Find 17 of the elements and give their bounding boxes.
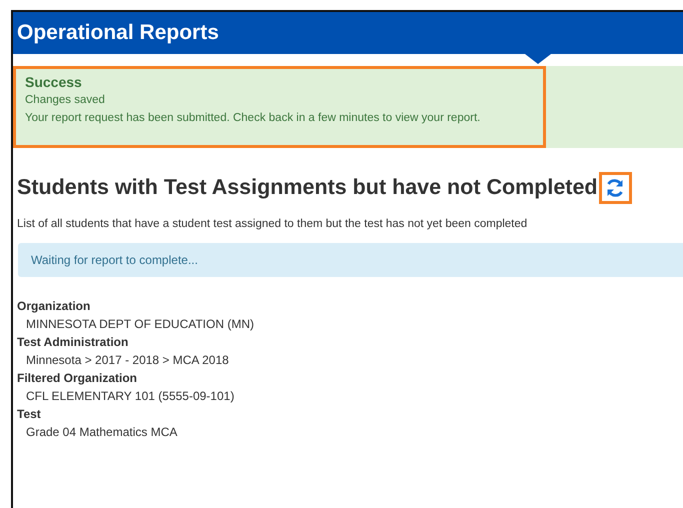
report-title: Students with Test Assignments but have not Completed bbox=[17, 175, 598, 201]
status-alert: Waiting for report to complete... bbox=[18, 243, 683, 278]
report-description: List of all students that have a student test assigned to them but the test has not yet been completed bbox=[17, 217, 528, 232]
alert-message: Changes saved bbox=[25, 93, 106, 108]
field-label: Organization bbox=[17, 298, 92, 316]
field-value: CFL ELEMENTARY 101 (5555-09-101) bbox=[25, 388, 236, 406]
field-label: Test bbox=[17, 406, 42, 424]
field-label: Test Administration bbox=[17, 334, 130, 352]
page-title: Operational Reports bbox=[17, 20, 219, 46]
refresh-icon bbox=[605, 178, 626, 198]
field-value: MINNESOTA DEPT OF EDUCATION (MN) bbox=[25, 316, 256, 334]
refresh-button[interactable] bbox=[598, 172, 632, 204]
alert-title: Success bbox=[25, 74, 83, 91]
field-label: Filtered Organization bbox=[17, 370, 138, 388]
alert-message: Your report request has been submitted. Check back in a few minutes to view your report. bbox=[25, 111, 482, 126]
field-value: Grade 04 Mathematics MCA bbox=[25, 424, 178, 442]
field-value: Minnesota > 2017 - 2018 > MCA 2018 bbox=[25, 352, 230, 370]
